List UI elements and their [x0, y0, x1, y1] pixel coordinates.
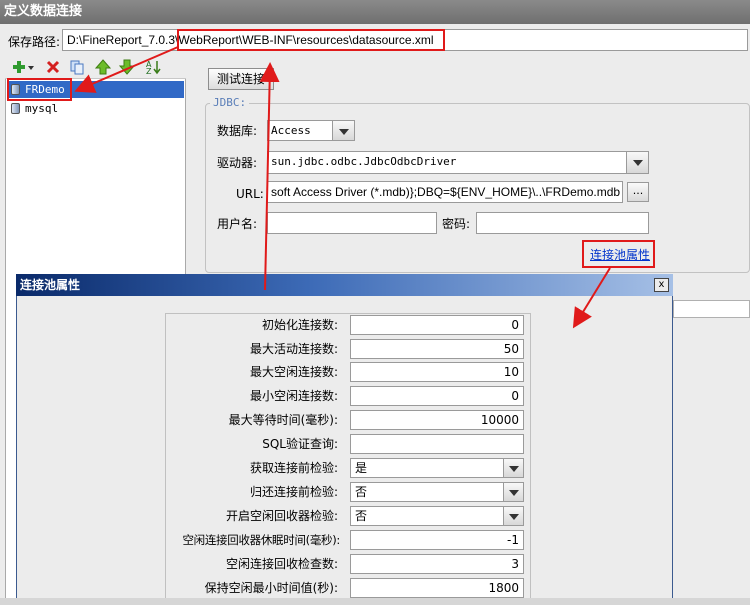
pool-link-highlight-box: [582, 240, 655, 268]
window-title: 定义数据连接: [0, 0, 750, 24]
evictor-sleep-input[interactable]: -1: [350, 530, 524, 550]
username-label: 用户名:: [217, 217, 258, 231]
status-strip: [0, 598, 750, 605]
username-field[interactable]: [267, 212, 437, 234]
max-active-input[interactable]: 50: [350, 339, 524, 359]
pool-label-max-wait: 最大等待时间(毫秒):: [228, 413, 338, 427]
initial-connections-input[interactable]: 0: [350, 315, 524, 335]
database-select[interactable]: Access: [267, 120, 355, 141]
driver-value: sun.jdbc.odbc.JdbcOdbcDriver: [271, 155, 457, 168]
dialog-title: 连接池属性: [16, 274, 673, 296]
pool-label-initial: 初始化连接数:: [261, 318, 338, 332]
pool-label-test-on-borrow: 获取连接前检验:: [249, 461, 338, 475]
sort-icon[interactable]: A Z: [145, 59, 161, 75]
connection-item-mysql[interactable]: mysql: [7, 100, 184, 117]
path-highlight-box: [177, 29, 445, 51]
driver-label: 驱动器:: [217, 156, 258, 170]
connection-name: mysql: [25, 102, 59, 115]
min-evictable-input[interactable]: 1800: [350, 578, 524, 598]
pool-label-evictor-tests: 空闲连接回收检查数:: [225, 557, 338, 571]
background-field: [673, 300, 750, 318]
select-value: 否: [355, 509, 368, 523]
move-down-icon[interactable]: [119, 59, 135, 75]
chevron-down-icon[interactable]: [503, 507, 523, 525]
chevron-down-icon[interactable]: [332, 121, 354, 140]
pool-label-max-active: 最大活动连接数:: [249, 342, 338, 356]
select-value: 是: [355, 461, 368, 475]
evictor-tests-input[interactable]: 3: [350, 554, 524, 574]
driver-select[interactable]: sun.jdbc.odbc.JdbcOdbcDriver: [267, 151, 649, 174]
pool-label-max-idle: 最大空闲连接数:: [249, 365, 338, 379]
svg-text:Z: Z: [146, 67, 152, 75]
password-field[interactable]: [476, 212, 649, 234]
pool-label-min-idle: 最小空闲连接数:: [249, 389, 338, 403]
test-connection-button[interactable]: 测试连接: [208, 68, 274, 90]
connection-toolbar: A Z: [5, 55, 186, 79]
chevron-down-icon[interactable]: [503, 459, 523, 477]
password-label: 密码:: [442, 217, 471, 231]
close-icon[interactable]: x: [654, 278, 669, 292]
pool-label-min-evictable: 保持空闲最小时间值(秒):: [204, 581, 338, 595]
min-idle-input[interactable]: 0: [350, 386, 524, 406]
test-on-borrow-select[interactable]: 是: [350, 458, 524, 478]
test-while-idle-select[interactable]: 否: [350, 506, 524, 526]
copy-icon[interactable]: [69, 59, 85, 75]
pool-label-sql-validation: SQL验证查询:: [262, 437, 338, 451]
url-browse-button[interactable]: ...: [627, 182, 649, 202]
pool-label-test-while-idle: 开启空闲回收器检验:: [225, 509, 338, 523]
dropdown-icon[interactable]: [27, 59, 35, 75]
add-icon[interactable]: [11, 59, 27, 75]
test-on-return-select[interactable]: 否: [350, 482, 524, 502]
max-idle-input[interactable]: 10: [350, 362, 524, 382]
url-label: URL:: [236, 187, 264, 201]
pool-label-evictor-sleep: 空闲连接回收器休眠时间(毫秒):: [182, 533, 340, 547]
frdemo-highlight-box: [7, 78, 72, 101]
max-wait-input[interactable]: 10000: [350, 410, 524, 430]
delete-icon[interactable]: [45, 59, 61, 75]
chevron-down-icon[interactable]: [503, 483, 523, 501]
select-value: 否: [355, 485, 368, 499]
database-label: 数据库:: [217, 124, 258, 138]
move-up-icon[interactable]: [95, 59, 111, 75]
url-field[interactable]: soft Access Driver (*.mdb)};DBQ=${ENV_HO…: [267, 181, 623, 203]
pool-label-test-on-return: 归还连接前检验:: [249, 485, 338, 499]
sql-validation-input[interactable]: [350, 434, 524, 454]
save-path-label: 保存路径:: [8, 35, 61, 49]
database-icon: [11, 103, 20, 114]
jdbc-legend: JDBC:: [210, 96, 250, 109]
chevron-down-icon[interactable]: [626, 152, 648, 173]
database-value: Access: [271, 124, 311, 137]
